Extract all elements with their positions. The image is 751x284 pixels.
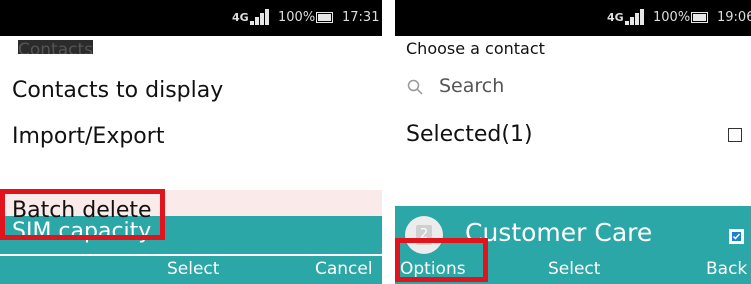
softkey-select[interactable]: Select <box>548 259 600 279</box>
softkey-bar: Select Cancel <box>0 256 382 284</box>
selected-count-row[interactable]: Selected(1) <box>395 114 751 160</box>
check-icon <box>732 233 741 240</box>
status-bar: 4G 100% 17:31 <box>0 0 382 36</box>
battery-percent: 100% <box>278 10 316 25</box>
status-bar: 4G 100% 19:06 <box>395 0 751 36</box>
signal-icon <box>625 9 647 25</box>
contact-checkbox-checked[interactable] <box>729 229 744 244</box>
battery-icon <box>691 12 708 23</box>
menu-item-contacts-to-display[interactable]: Contacts to display <box>0 68 382 114</box>
page-title: Choose a contact <box>406 39 545 58</box>
network-type: 4G <box>232 11 249 24</box>
contact-name: Customer Care <box>465 218 653 247</box>
left-phone-screen: 4G 100% 17:31 Contacts Contacts to displ… <box>0 0 382 284</box>
menu-item-import-export[interactable]: Import/Export <box>0 114 382 160</box>
softkey-back[interactable]: Back <box>706 259 747 279</box>
selected-count-label: Selected(1) <box>406 122 533 147</box>
clock: 17:31 <box>342 10 380 25</box>
search-placeholder: Search <box>439 75 505 97</box>
right-phone-screen: 4G 100% 19:06 Choose a contact Search Se… <box>395 0 751 284</box>
search-icon <box>407 79 423 95</box>
search-field[interactable]: Search <box>395 70 751 104</box>
network-type: 4G <box>607 11 624 24</box>
signal-icon <box>250 9 272 25</box>
battery-icon <box>316 12 333 23</box>
clock: 19:06 <box>717 10 751 25</box>
annotation-box-batch-delete <box>0 189 165 240</box>
softkey-cancel[interactable]: Cancel <box>315 259 373 279</box>
battery-percent: 100% <box>653 10 691 25</box>
annotation-box-options <box>395 238 488 282</box>
select-all-checkbox[interactable] <box>728 128 742 142</box>
softkey-select[interactable]: Select <box>167 259 219 279</box>
page-title: Contacts <box>18 36 178 54</box>
